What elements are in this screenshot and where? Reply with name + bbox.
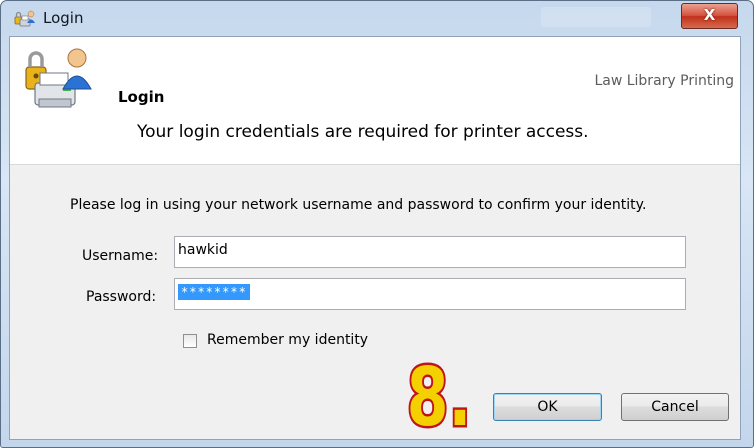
remember-checkbox[interactable] [183, 334, 197, 348]
context-label: Law Library Printing [594, 73, 734, 89]
header-band: Login Your login credentials are require… [10, 37, 740, 165]
remember-label[interactable]: Remember my identity [207, 332, 368, 348]
username-field[interactable]: hawkid [174, 236, 686, 268]
printer-lock-user-icon [14, 10, 35, 27]
step-number-overlay: 8. [406, 348, 473, 433]
close-button[interactable]: X [681, 3, 738, 29]
password-value: ******** [178, 284, 250, 300]
cancel-button[interactable]: Cancel [621, 393, 729, 421]
username-label: Username: [82, 248, 159, 264]
username-value: hawkid [178, 242, 228, 258]
header-subtitle: Your login credentials are required for … [137, 122, 589, 142]
title-bar[interactable]: Login X [1, 1, 753, 35]
login-dialog: Login X Login Your login credentials are… [0, 0, 754, 448]
header-title: Login [118, 88, 165, 106]
ok-button[interactable]: OK [493, 393, 602, 421]
instructions-text: Please log in using your network usernam… [70, 197, 647, 213]
printer-lock-user-icon [25, 48, 92, 108]
password-label: Password: [86, 289, 157, 305]
window-title: Login [43, 9, 84, 27]
background-window-ghost [541, 7, 651, 27]
dialog-body: Login Your login credentials are require… [9, 36, 741, 440]
password-field[interactable]: ******** [174, 278, 686, 310]
step-number-text: 8. [407, 350, 472, 433]
